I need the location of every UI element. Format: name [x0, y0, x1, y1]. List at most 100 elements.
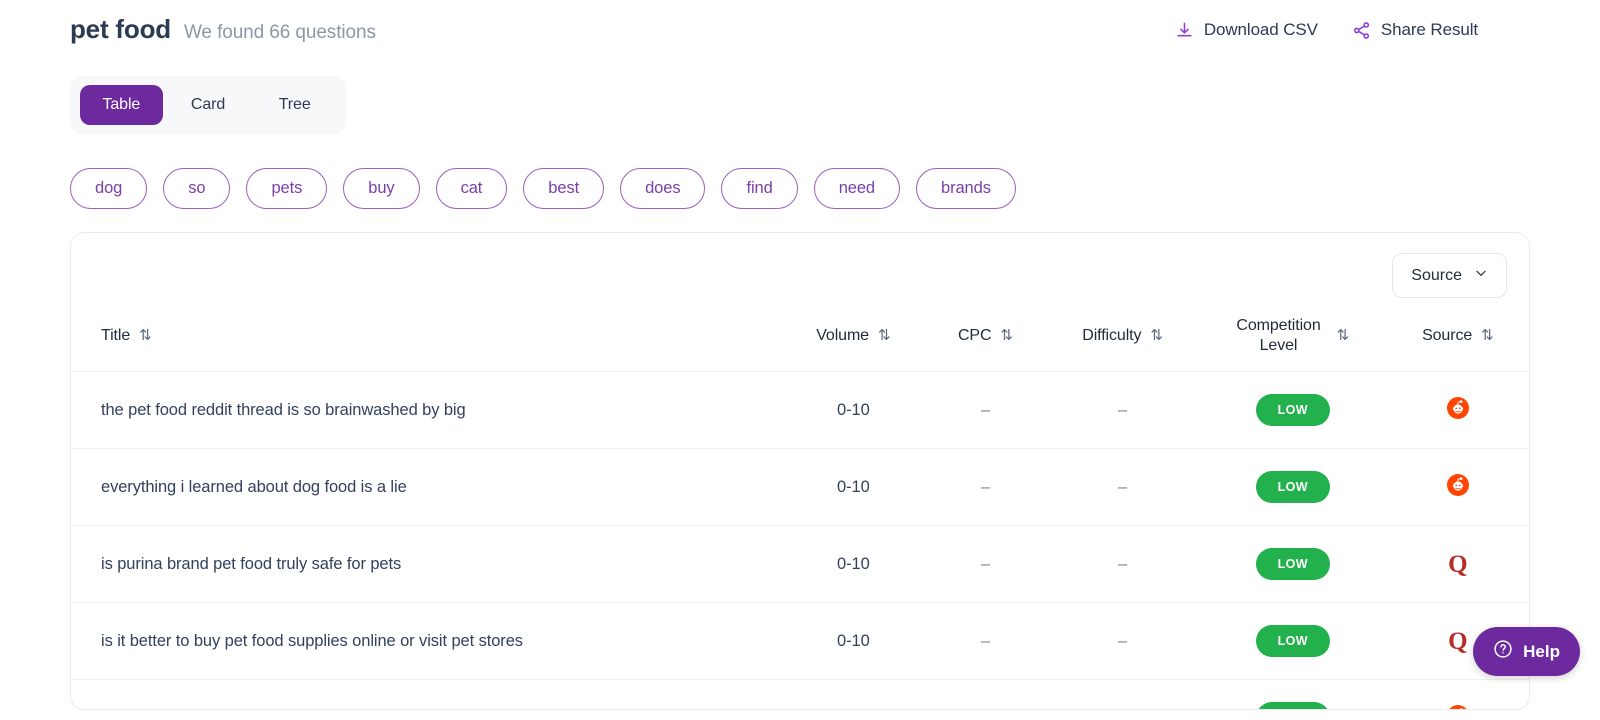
column-header-difficulty: Difficulty ⇅: [1046, 298, 1199, 373]
table-head: Title ⇅ Volume ⇅ CPC ⇅ Difficulty ⇅ Comp…: [71, 298, 1529, 373]
table-header-row: Title ⇅ Volume ⇅ CPC ⇅ Difficulty ⇅ Comp…: [71, 298, 1529, 373]
cell-title[interactable]: everything i learned about dog food is a…: [71, 448, 783, 527]
cell-volume: 0-10: [782, 448, 925, 527]
status-badge: LOW: [1255, 394, 1330, 427]
competition-label-line2: Level: [1259, 336, 1298, 354]
help-button[interactable]: Help: [1473, 627, 1580, 676]
keyword-chip[interactable]: find: [721, 168, 798, 209]
sort-updown-icon[interactable]: ⇅: [139, 328, 152, 343]
keyword-chip[interactable]: need: [813, 168, 900, 209]
cell-competition: LOW: [1198, 525, 1387, 604]
sort-updown-icon[interactable]: ⇅: [878, 328, 891, 343]
cell-title[interactable]: the pet food reddit thread is so brainwa…: [71, 371, 783, 450]
table-body: the pet food reddit thread is so brainwa…: [71, 371, 1529, 709]
column-label-title: Title: [101, 326, 131, 344]
source-filter-label: Source: [1411, 266, 1462, 284]
cell-difficulty: –: [1046, 602, 1199, 681]
help-label: Help: [1523, 641, 1560, 661]
sort-updown-icon[interactable]: ⇅: [1000, 328, 1013, 343]
status-badge: LOW: [1255, 625, 1330, 658]
cell-title[interactable]: is purina brand pet food truly safe for …: [71, 525, 783, 604]
status-badge: LOW: [1255, 702, 1330, 709]
keyword-chip[interactable]: buy: [343, 168, 420, 209]
column-label-competition-level: Competition Level: [1236, 316, 1320, 355]
share-result-button[interactable]: Share Result: [1352, 20, 1478, 40]
keyword-chip-list: dog so pets buy cat best does find need …: [70, 168, 1600, 209]
cell-volume: 0-10: [782, 525, 925, 604]
column-header-cpc: CPC ⇅: [924, 298, 1047, 373]
reddit-icon: [1446, 704, 1470, 709]
results-table-card: Source Title ⇅ Volume ⇅ CPC ⇅ Difficulty…: [70, 232, 1530, 710]
sort-updown-icon[interactable]: ⇅: [1337, 328, 1350, 343]
cell-difficulty: –: [1046, 371, 1199, 450]
cell-volume: 0-10: [782, 679, 925, 709]
share-icon: [1352, 21, 1371, 40]
sort-updown-icon[interactable]: ⇅: [1481, 328, 1494, 343]
cell-difficulty: –: [1046, 679, 1199, 709]
column-label-difficulty: Difficulty: [1082, 326, 1142, 344]
cell-competition: LOW: [1198, 679, 1387, 709]
column-header-volume: Volume ⇅: [782, 298, 925, 373]
column-label-cpc: CPC: [957, 326, 992, 344]
cell-competition: LOW: [1198, 448, 1387, 527]
keyword-chip[interactable]: does: [620, 168, 706, 209]
cell-source: [1386, 448, 1529, 527]
tab-card[interactable]: Card: [167, 85, 250, 125]
cell-title[interactable]: buying meat-based pet food is inherently…: [71, 679, 783, 709]
table-row[interactable]: is it better to buy pet food supplies on…: [71, 602, 1529, 681]
title-group: pet food We found 66 questions: [70, 14, 376, 45]
results-table: Title ⇅ Volume ⇅ CPC ⇅ Difficulty ⇅ Comp…: [71, 298, 1529, 709]
keyword-chip[interactable]: cat: [435, 168, 508, 209]
tab-tree[interactable]: Tree: [253, 85, 336, 125]
cell-cpc: –: [924, 602, 1047, 681]
download-csv-label: Download CSV: [1203, 20, 1318, 39]
column-label-volume: Volume: [816, 326, 869, 344]
sort-updown-icon[interactable]: ⇅: [1150, 328, 1163, 343]
table-row[interactable]: is purina brand pet food truly safe for …: [71, 525, 1529, 604]
header-actions: Download CSV Share Result: [1175, 14, 1478, 40]
cell-source: [1386, 679, 1529, 709]
cell-source: Q: [1386, 525, 1529, 604]
cell-difficulty: –: [1046, 448, 1199, 527]
download-csv-button[interactable]: Download CSV: [1175, 20, 1318, 40]
source-filter-dropdown[interactable]: Source: [1392, 253, 1507, 298]
keyword-chip[interactable]: brands: [916, 168, 1016, 209]
cell-cpc: –: [924, 525, 1047, 604]
cell-difficulty: –: [1046, 525, 1199, 604]
table-toolbar: Source: [71, 233, 1529, 298]
quora-icon: Q: [1448, 627, 1468, 655]
keyword-chip[interactable]: so: [163, 168, 231, 209]
cell-cpc: –: [924, 679, 1047, 709]
status-badge: LOW: [1255, 548, 1330, 581]
cell-source: [1386, 371, 1529, 450]
view-mode-tabs: Table Card Tree: [70, 76, 346, 134]
cell-competition: LOW: [1198, 602, 1387, 681]
download-icon: [1175, 21, 1194, 40]
chevron-down-icon: [1474, 266, 1488, 285]
table-row[interactable]: buying meat-based pet food is inherently…: [71, 679, 1529, 709]
column-header-competition-level: Competition Level ⇅: [1198, 298, 1387, 373]
column-header-title: Title ⇅: [71, 298, 783, 373]
table-row[interactable]: everything i learned about dog food is a…: [71, 448, 1529, 527]
cell-competition: LOW: [1198, 371, 1387, 450]
cell-cpc: –: [924, 371, 1047, 450]
table-row[interactable]: the pet food reddit thread is so brainwa…: [71, 371, 1529, 450]
keyword-chip[interactable]: pets: [246, 168, 328, 209]
tab-table[interactable]: Table: [80, 85, 163, 125]
status-badge: LOW: [1255, 471, 1330, 504]
reddit-icon: [1446, 473, 1470, 497]
share-result-label: Share Result: [1380, 20, 1478, 39]
cell-title[interactable]: is it better to buy pet food supplies on…: [71, 602, 783, 681]
keyword-chip[interactable]: best: [523, 168, 605, 209]
page-title: pet food: [70, 14, 171, 44]
reddit-icon: [1446, 396, 1470, 420]
cell-cpc: –: [924, 448, 1047, 527]
results-count-text: We found 66 questions: [183, 22, 376, 43]
keyword-chip[interactable]: dog: [70, 168, 148, 209]
results-page: pet food We found 66 questions Download …: [0, 0, 1600, 720]
competition-label-line1: Competition: [1236, 317, 1321, 334]
cell-volume: 0-10: [782, 602, 925, 681]
question-circle-icon: [1493, 639, 1513, 664]
column-header-source: Source ⇅: [1386, 298, 1529, 373]
cell-volume: 0-10: [782, 371, 925, 450]
